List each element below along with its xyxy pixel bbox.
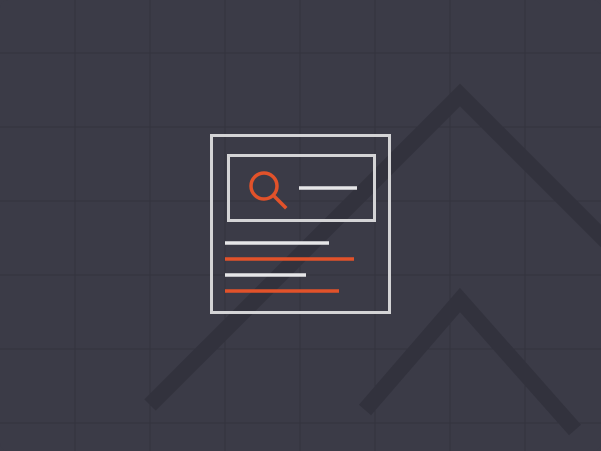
illustration-canvas [0,0,601,451]
magnifier-icon [249,171,288,210]
chevron-small [358,287,581,436]
background-grid [0,0,601,451]
background-art [0,0,601,451]
